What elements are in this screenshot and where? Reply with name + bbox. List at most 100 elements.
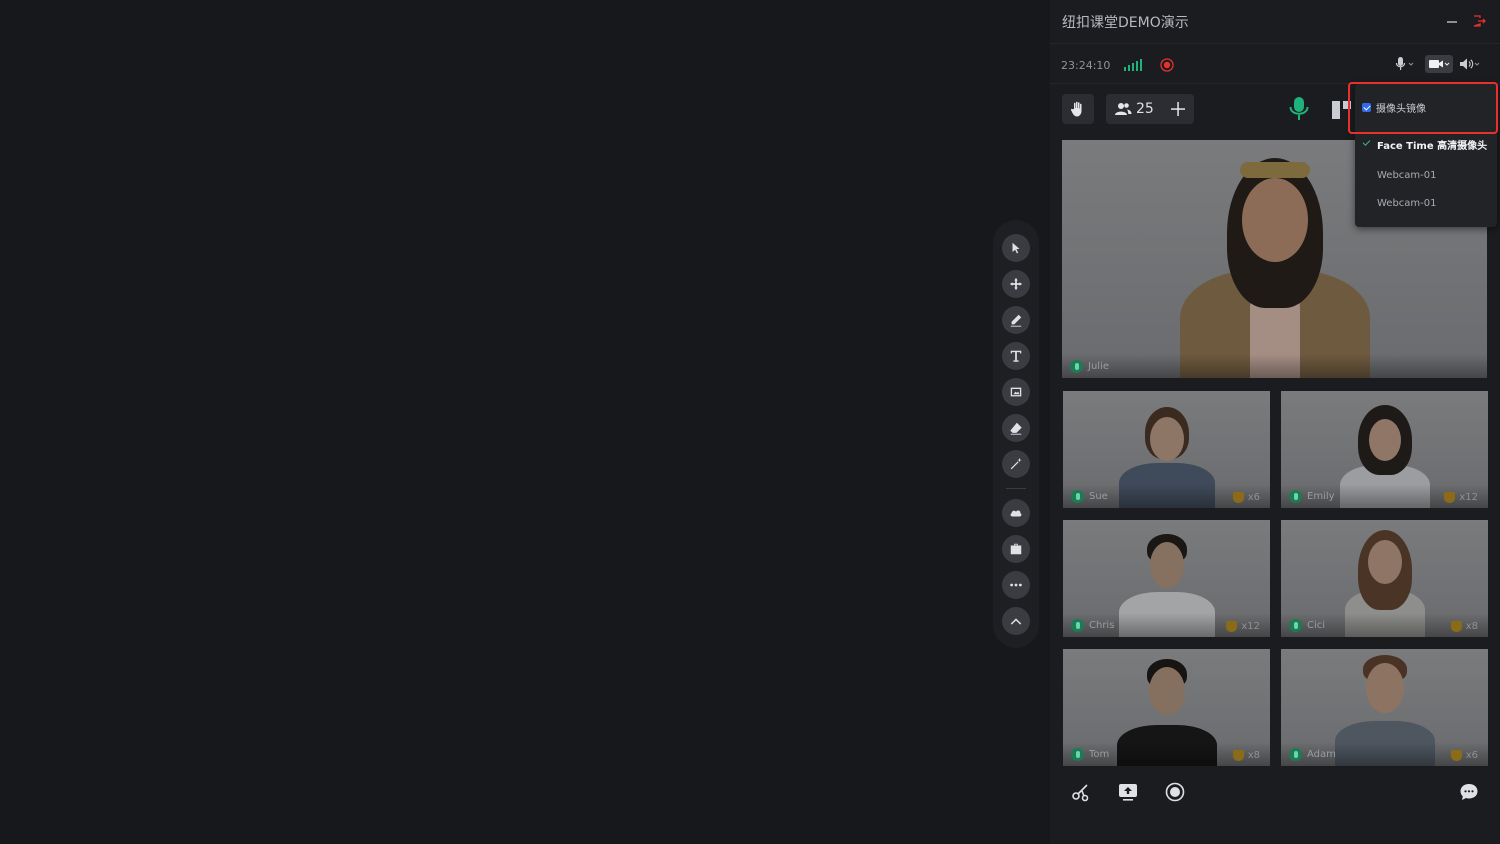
trophy-count: x8 xyxy=(1465,621,1478,632)
camera-icon xyxy=(1429,60,1450,68)
teacher-figure xyxy=(1175,140,1375,378)
check-icon xyxy=(1362,138,1371,146)
student-name-tag: Adam xyxy=(1289,748,1336,761)
camera-option[interactable]: Face Time 高清摄像头 xyxy=(1355,132,1497,156)
people-icon xyxy=(1115,103,1132,115)
trophy-badge: x8 xyxy=(1232,750,1260,761)
toolbar-divider xyxy=(1006,488,1026,489)
share-screen-icon[interactable] xyxy=(1118,782,1138,802)
student-name-tag: Tom xyxy=(1071,748,1109,761)
figure-headband xyxy=(1239,162,1310,178)
pen-icon[interactable] xyxy=(1002,306,1030,334)
record-button-icon[interactable] xyxy=(1165,782,1185,802)
student-video[interactable]: Emily x12 xyxy=(1281,391,1488,508)
student-name: Adam xyxy=(1307,749,1336,760)
student-video[interactable]: Chris x12 xyxy=(1063,520,1270,637)
speaker-device-icon[interactable] xyxy=(1458,55,1482,73)
raise-hand-button[interactable] xyxy=(1062,94,1094,124)
camera-option-label: Webcam-01 xyxy=(1377,197,1437,209)
camera-device-button[interactable] xyxy=(1425,55,1453,73)
participant-count: 25 xyxy=(1136,101,1154,117)
figure-face xyxy=(1149,542,1184,588)
status-bar: 23:24:10 xyxy=(1050,44,1500,84)
figure-face xyxy=(1367,540,1402,584)
minimize-icon[interactable] xyxy=(1447,21,1457,23)
cloud-icon[interactable] xyxy=(1002,499,1030,527)
trophy-icon xyxy=(1232,492,1244,503)
figure-face xyxy=(1149,417,1184,461)
network-signal-icon xyxy=(1124,59,1142,71)
figure-face xyxy=(1365,663,1404,713)
bottom-toolbar xyxy=(1050,772,1500,814)
teacher-name-tag: Julie xyxy=(1070,360,1109,373)
trophy-icon xyxy=(1450,750,1462,761)
whiteboard-toolbar xyxy=(993,220,1039,648)
mic-status-icon xyxy=(1070,360,1083,373)
teacher-name: Julie xyxy=(1088,361,1109,372)
trophy-icon xyxy=(1226,621,1238,632)
student-video[interactable]: Adam x6 xyxy=(1281,649,1488,766)
more-icon[interactable] xyxy=(1002,571,1030,599)
class-timer: 23:24:10 xyxy=(1061,59,1111,72)
move-icon[interactable] xyxy=(1002,270,1030,298)
figure-face xyxy=(1148,667,1185,715)
mic-status-icon xyxy=(1289,748,1302,761)
camera-option-label: Webcam-01 xyxy=(1377,169,1437,181)
student-name: Chris xyxy=(1089,620,1115,631)
highlight-annotation xyxy=(1348,82,1498,134)
trophy-count: x12 xyxy=(1459,492,1478,503)
student-name: Cici xyxy=(1307,620,1326,631)
student-name: Emily xyxy=(1307,491,1335,502)
trophy-count: x12 xyxy=(1241,621,1260,632)
trophy-badge: x8 xyxy=(1450,621,1478,632)
student-video[interactable]: Tom x8 xyxy=(1063,649,1270,766)
mic-status-icon xyxy=(1071,748,1084,761)
student-name: Sue xyxy=(1089,491,1108,502)
trophy-count: x6 xyxy=(1465,750,1478,761)
figure-face xyxy=(1241,178,1308,262)
trophy-badge: x6 xyxy=(1450,750,1478,761)
window-title: 纽扣课堂DEMO演示 xyxy=(1062,15,1189,31)
participants-button[interactable]: 25 xyxy=(1106,94,1194,124)
student-name: Tom xyxy=(1089,749,1110,760)
trophy-badge: x12 xyxy=(1226,621,1260,632)
select-icon[interactable] xyxy=(1002,234,1030,262)
student-video[interactable]: Sue x6 xyxy=(1063,391,1270,508)
trophy-count: x8 xyxy=(1247,750,1260,761)
mic-status-icon xyxy=(1071,619,1084,632)
image-icon[interactable] xyxy=(1002,378,1030,406)
trophy-badge: x6 xyxy=(1232,492,1260,503)
camera-option[interactable]: Webcam-01 xyxy=(1355,163,1497,187)
mic-status-icon xyxy=(1289,619,1302,632)
all-mic-icon[interactable] xyxy=(1288,96,1310,122)
name-overlay xyxy=(1062,354,1487,378)
student-name-tag: Cici xyxy=(1289,619,1325,632)
mic-status-icon xyxy=(1071,490,1084,503)
record-icon[interactable] xyxy=(1160,58,1174,72)
toolbox-icon[interactable] xyxy=(1002,535,1030,563)
camera-option[interactable]: Webcam-01 xyxy=(1355,191,1497,215)
student-name-tag: Emily xyxy=(1289,490,1335,503)
magic-wand-icon[interactable] xyxy=(1002,450,1030,478)
title-bar: 纽扣课堂DEMO演示 xyxy=(1050,0,1500,44)
hand-icon xyxy=(1070,101,1082,117)
microphone-device-icon[interactable] xyxy=(1394,55,1416,73)
exit-icon[interactable] xyxy=(1472,14,1486,28)
trophy-count: x6 xyxy=(1247,492,1260,503)
figure-face xyxy=(1368,419,1401,461)
trophy-icon xyxy=(1450,621,1462,632)
trophy-icon xyxy=(1232,750,1244,761)
text-icon[interactable] xyxy=(1002,342,1030,370)
student-name-tag: Sue xyxy=(1071,490,1108,503)
student-video[interactable]: Cici x8 xyxy=(1281,520,1488,637)
mic-status-icon xyxy=(1289,490,1302,503)
camera-option-label: Face Time 高清摄像头 xyxy=(1377,140,1488,152)
scissors-icon[interactable] xyxy=(1071,782,1091,802)
eraser-icon[interactable] xyxy=(1002,414,1030,442)
trophy-badge: x12 xyxy=(1444,492,1478,503)
add-participant-icon[interactable] xyxy=(1170,101,1186,117)
student-name-tag: Chris xyxy=(1071,619,1114,632)
chat-icon[interactable] xyxy=(1459,782,1479,802)
collapse-icon[interactable] xyxy=(1002,607,1030,635)
trophy-icon xyxy=(1444,492,1456,503)
